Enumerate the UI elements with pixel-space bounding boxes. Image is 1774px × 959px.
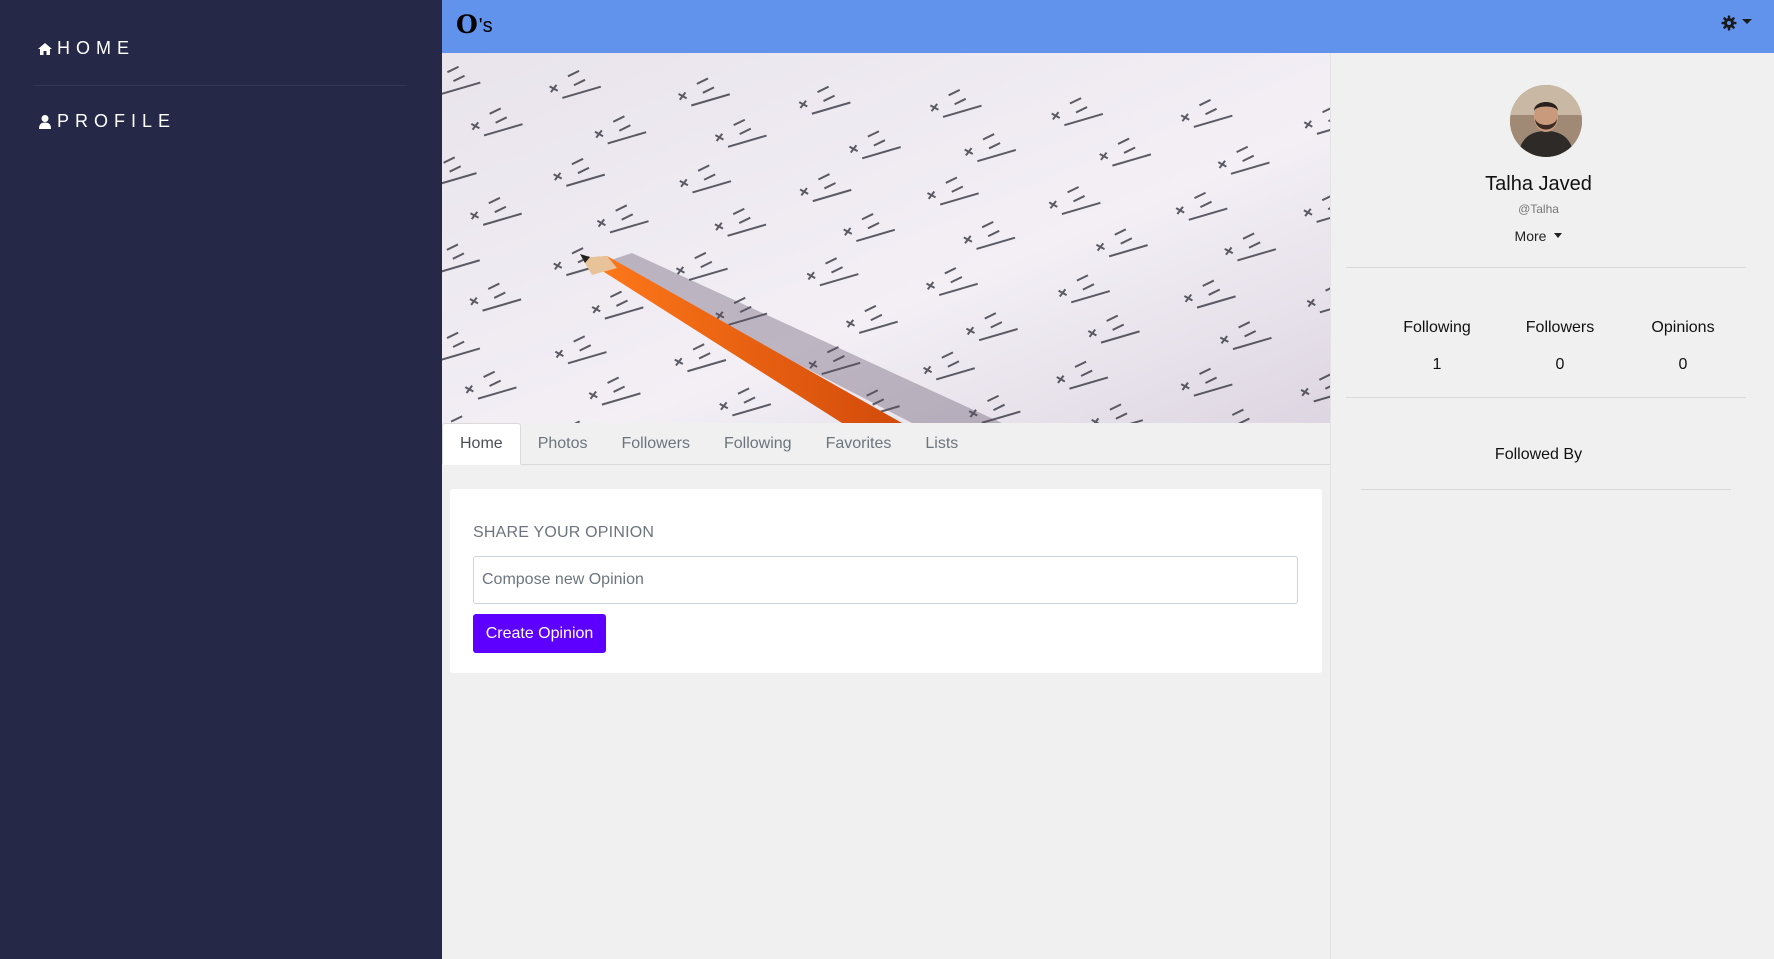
stat-opinions[interactable]: Opinions 0: [1621, 319, 1745, 374]
divider: [1361, 489, 1731, 490]
sidebar-item-label: HOME: [57, 38, 135, 58]
stat-label: Opinions: [1651, 319, 1715, 336]
profile-panel: Talha Javed @Talha More Following 1 Foll…: [1330, 53, 1774, 959]
stat-value: 1: [1432, 356, 1442, 373]
compose-card: SHARE YOUR OPINION Create Opinion: [450, 489, 1322, 673]
stat-value: 0: [1678, 356, 1688, 373]
sidebar-item-home[interactable]: HOME: [37, 38, 135, 59]
gear-icon: [1721, 15, 1737, 31]
home-icon: [38, 42, 52, 55]
stat-label: Following: [1403, 319, 1471, 336]
stat-label: Followers: [1525, 319, 1595, 336]
tab-home[interactable]: Home: [442, 423, 521, 465]
tab-lists[interactable]: Lists: [908, 423, 975, 465]
divider: [1346, 397, 1746, 398]
profile-name: Talha Javed: [1485, 173, 1592, 195]
profile-tabs: Home Photos Followers Following Favorite…: [442, 423, 1330, 465]
divider: [1346, 267, 1746, 268]
tab-favorites[interactable]: Favorites: [809, 423, 909, 465]
sidebar-item-label: PROFILE: [57, 111, 177, 131]
main-content: Home Photos Followers Following Favorite…: [442, 53, 1330, 959]
cover-photo: [442, 53, 1330, 423]
chevron-down-icon: [1554, 232, 1563, 238]
avatar[interactable]: [1510, 85, 1582, 157]
logo-letter: O: [456, 10, 478, 39]
cover-image: [442, 53, 1330, 423]
top-navbar: O 's: [442, 0, 1774, 53]
user-icon: [39, 114, 51, 129]
sidebar-divider: [33, 85, 407, 86]
app-logo[interactable]: O 's: [456, 12, 493, 37]
stat-value: 0: [1555, 356, 1565, 373]
compose-title: SHARE YOUR OPINION: [473, 524, 655, 541]
stat-followers[interactable]: Followers 0: [1498, 319, 1622, 374]
settings-dropdown[interactable]: [1721, 15, 1752, 31]
create-opinion-button[interactable]: Create Opinion: [473, 614, 606, 653]
sidebar: HOME PROFILE: [0, 0, 442, 959]
compose-opinion-input[interactable]: [473, 556, 1298, 604]
more-dropdown[interactable]: More: [1331, 228, 1746, 244]
tab-following[interactable]: Following: [707, 423, 809, 465]
avatar-image: [1510, 85, 1582, 157]
followed-by-heading: Followed By: [1494, 446, 1583, 463]
sidebar-item-profile[interactable]: PROFILE: [37, 111, 176, 132]
tab-photos[interactable]: Photos: [521, 423, 605, 465]
chevron-down-icon: [1742, 18, 1752, 24]
stat-following[interactable]: Following 1: [1375, 319, 1499, 374]
tab-followers[interactable]: Followers: [605, 423, 707, 465]
profile-handle: @Talha: [1518, 202, 1559, 216]
logo-suffix: 's: [478, 15, 493, 37]
more-label: More: [1514, 228, 1547, 244]
